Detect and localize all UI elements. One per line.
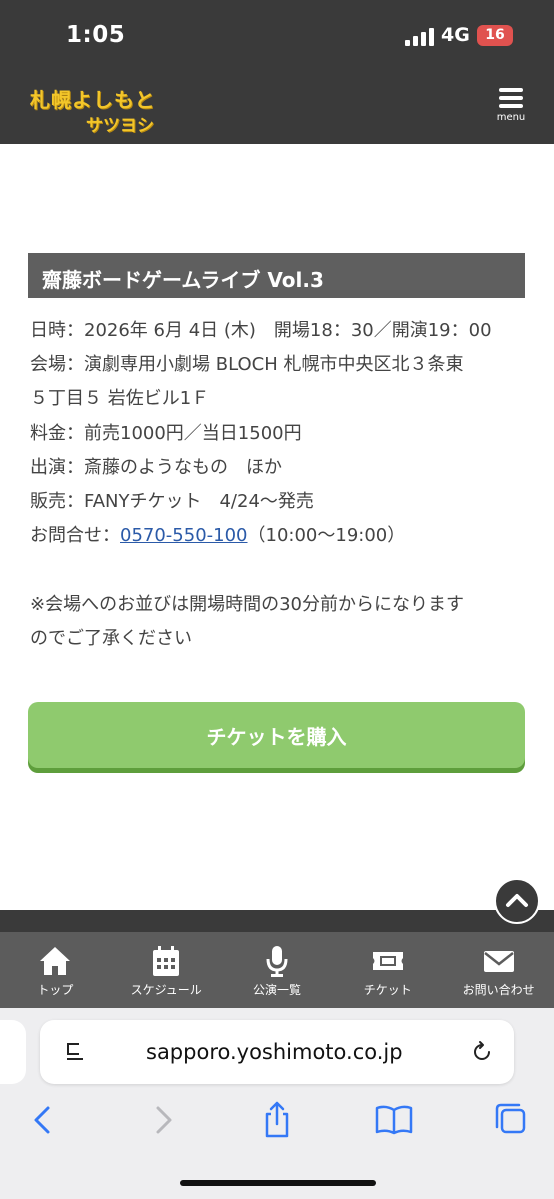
network-type: 4G — [441, 24, 470, 46]
chevron-left-icon — [34, 1106, 50, 1134]
share-button[interactable] — [255, 1100, 299, 1140]
menu-button[interactable]: menu — [494, 86, 528, 132]
book-icon — [375, 1105, 413, 1135]
logo-text-sub: サツヨシ — [86, 116, 154, 136]
bookmarks-button[interactable] — [372, 1100, 416, 1140]
nav-item-shows[interactable]: 公演一覧 — [222, 932, 333, 1008]
back-button[interactable] — [22, 1100, 66, 1140]
menu-label: menu — [496, 112, 526, 123]
page-menu-icon[interactable] — [64, 1041, 86, 1063]
ticket-icon — [372, 952, 403, 970]
tabs-button[interactable] — [490, 1100, 534, 1140]
address-bar[interactable]: sapporo.yoshimoto.co.jp — [40, 1020, 514, 1084]
contact-phone-link[interactable]: 0570-550-100 — [120, 525, 248, 546]
signal-icon — [405, 28, 435, 46]
event-venue-line1: 会場：演劇専用小劇場 BLOCH 札幌市中央区北３条東 — [30, 354, 464, 375]
previous-tab-preview[interactable] — [0, 1020, 26, 1084]
status-time: 1:05 — [66, 22, 126, 48]
battery-level: 16 — [485, 27, 505, 43]
scroll-to-top-button[interactable] — [494, 878, 540, 924]
event-price: 料金：前売1000円／当日1500円 — [30, 423, 302, 444]
status-bar: 1:05 4G 16 — [0, 0, 554, 72]
url-text: sapporo.yoshimoto.co.jp — [146, 1040, 403, 1064]
microphone-icon — [266, 946, 288, 977]
bottom-nav: トップ スケジュール 公演一覧 チケット お問い合わせ — [0, 932, 554, 1008]
event-contact: お問合せ：0570-550-100（10:00～19:00） — [30, 524, 405, 548]
nav-item-contact[interactable]: お問い合わせ — [443, 932, 554, 1008]
mail-icon — [483, 951, 514, 972]
site-logo[interactable]: 札幌よしもと サツヨシ — [30, 84, 160, 136]
event-venue-line2: ５丁目５ 岩佐ビル1Ｆ — [30, 388, 210, 409]
contact-label: お問合せ： — [30, 525, 120, 546]
event-title: 齋藤ボードゲームライブ Vol.3 — [42, 268, 324, 292]
calendar-icon — [153, 946, 180, 976]
chevron-right-icon — [156, 1106, 172, 1134]
event-date: 日時：2026年 6月 4日 (木) 開場18：30／開演19：00 — [30, 320, 492, 341]
nav-item-top[interactable]: トップ — [0, 932, 111, 1008]
nav-label-shows: 公演一覧 — [252, 983, 301, 997]
home-icon — [40, 947, 71, 975]
share-icon — [265, 1101, 289, 1138]
tabs-icon — [495, 1103, 526, 1134]
site-header: 札幌よしもと サツヨシ menu — [0, 72, 554, 144]
buy-ticket-button[interactable]: チケットを購入 — [28, 702, 525, 768]
event-title-bar: 齋藤ボードゲームライブ Vol.3 — [28, 253, 525, 298]
chevron-up-icon — [506, 894, 528, 907]
nav-item-schedule[interactable]: スケジュール — [111, 932, 222, 1008]
event-cast: 出演：斎藤のようなもの ほか — [30, 457, 282, 478]
contact-hours: （10:00～19:00） — [247, 525, 406, 546]
hamburger-icon — [494, 86, 528, 108]
event-sales: 販売：FANYチケット 4/24～発売 — [30, 491, 314, 512]
event-note-line1: ※会場へのお並びは開場時間の30分前からになります — [30, 594, 464, 615]
nav-item-ticket[interactable]: チケット — [332, 932, 443, 1008]
nav-label-schedule: スケジュール — [130, 983, 202, 997]
nav-label-contact: お問い合わせ — [462, 983, 535, 997]
forward-button[interactable] — [140, 1100, 184, 1140]
nav-label-ticket: チケット — [363, 983, 412, 997]
home-indicator — [180, 1180, 376, 1186]
logo-text-main: 札幌よしもと — [30, 88, 156, 112]
battery-icon: 16 — [477, 25, 513, 46]
reload-icon[interactable] — [470, 1040, 494, 1064]
nav-label-top: トップ — [37, 983, 74, 997]
event-note-line2: のでご了承ください — [30, 628, 192, 649]
footer-strip — [0, 910, 554, 932]
